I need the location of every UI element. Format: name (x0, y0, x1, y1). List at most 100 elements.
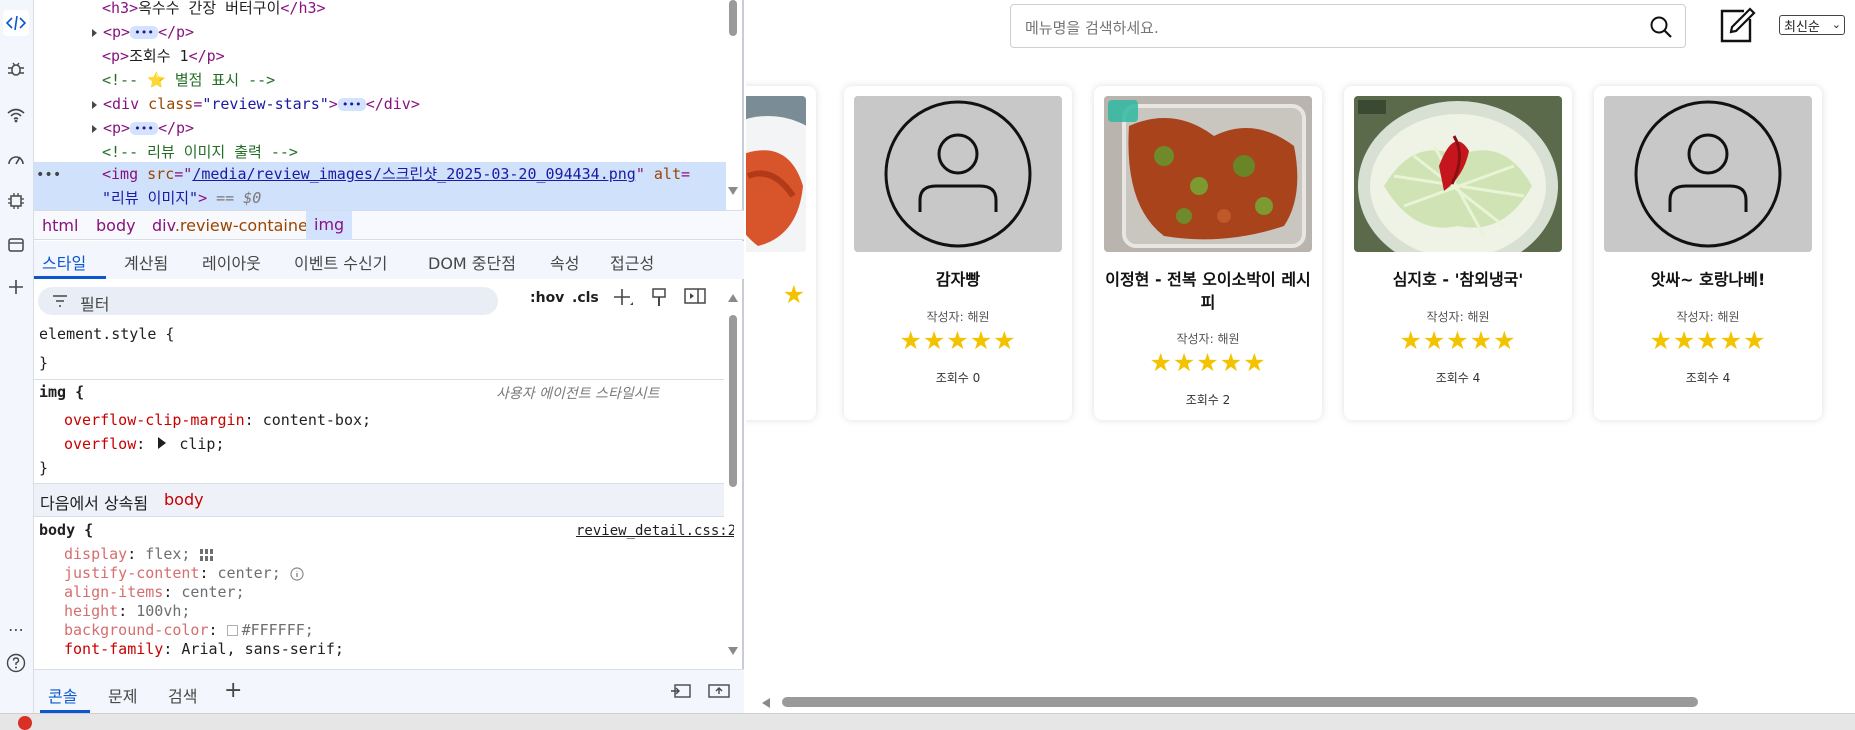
scroll-up-arrow-icon[interactable] (728, 294, 738, 302)
node-actions-dots-icon[interactable]: ••• (36, 163, 61, 187)
tab-styles[interactable]: 스타일 (42, 250, 86, 274)
breadcrumb-div[interactable]: div.review-container (152, 216, 314, 235)
hov-toggle[interactable]: :hov (530, 290, 564, 306)
new-style-rule-plus-icon[interactable] (612, 287, 634, 314)
app-icon[interactable] (18, 716, 32, 730)
sort-select[interactable]: 최신순 ⌄ (1779, 15, 1845, 35)
flexbox-editor-icon[interactable] (199, 548, 215, 562)
application-storage-icon[interactable] (3, 232, 29, 258)
collapsed-ellipsis[interactable]: ••• (337, 98, 366, 111)
dom-comment-image[interactable]: <!-- 리뷰 이미지 출력 --> (102, 140, 744, 164)
css-declaration[interactable]: font-family: Arial, sans-serif; (64, 640, 344, 658)
body-rule-selector[interactable]: body { (39, 521, 93, 539)
css-declaration[interactable]: overflow-clip-margin: content-box; (64, 411, 371, 429)
elements-code-icon[interactable] (3, 10, 29, 36)
tab-layout[interactable]: 레이아웃 (202, 250, 261, 274)
review-card[interactable]: 이정현 - 전복 오이소박이 레시피 작성자: 해원 ★★★★★ 조회수 2 (1094, 86, 1322, 420)
dom-node-p-2[interactable]: <p> ••• </p> (92, 116, 744, 140)
review-card[interactable]: ★ (746, 86, 816, 420)
styles-pane[interactable]: element.style { } img { 사용자 에이전트 스타일시트 o… (34, 321, 734, 669)
tab-issues[interactable]: 문제 (108, 683, 137, 707)
css-declaration[interactable]: justify-content: center; (64, 564, 304, 582)
network-wifi-icon[interactable] (3, 102, 29, 128)
review-card[interactable]: 앗싸~ 호랑나베! 작성자: 해원 ★★★★★ 조회수 4 (1594, 86, 1822, 420)
scroll-down-arrow-icon[interactable] (728, 647, 738, 655)
dom-tree[interactable]: <h3>옥수수 간장 버터구이</h3> <p> ••• </p> <p>조회수 1… (34, 0, 744, 210)
review-card-title[interactable]: 감자빵 (852, 268, 1064, 291)
horizontal-scroll-thumb[interactable] (782, 697, 1698, 707)
element-style-selector[interactable]: element.style { (39, 325, 174, 343)
img-src-link[interactable]: /media/review_images/스크린샷_2025-03-20_094… (192, 165, 636, 183)
review-card-title[interactable]: 이정현 - 전복 오이소박이 레시피 (1102, 268, 1314, 314)
scroll-down-arrow-icon[interactable] (728, 187, 738, 195)
color-swatch[interactable] (226, 625, 238, 636)
scroll-left-arrow-icon[interactable] (762, 698, 770, 708)
cls-toggle[interactable]: .cls (572, 290, 599, 306)
add-drawer-tab-plus-icon[interactable]: + (224, 678, 242, 703)
dom-node-h3[interactable]: <h3>옥수수 간장 버터구이</h3> (102, 0, 744, 20)
expand-shorthand-triangle-icon[interactable] (158, 437, 167, 449)
review-card-image (1354, 96, 1562, 252)
css-declaration[interactable]: background-color: #FFFFFF; (64, 621, 314, 639)
collapsed-ellipsis[interactable]: ••• (130, 122, 158, 135)
dom-node-div-review-stars[interactable]: <div class="review-stars"> ••• </div> (92, 92, 744, 116)
performance-gauge-icon[interactable] (3, 146, 29, 172)
tab-computed[interactable]: 계산됨 (124, 250, 168, 274)
breadcrumb-img[interactable]: img (306, 211, 353, 240)
collapsed-ellipsis[interactable]: ••• (130, 26, 158, 39)
help-icon[interactable] (3, 650, 29, 676)
breadcrumb-body[interactable]: body (96, 216, 136, 235)
horizontal-scrollbar[interactable] (746, 693, 1855, 711)
filter-input[interactable]: 필터 (38, 287, 498, 315)
write-review-edit-icon[interactable] (1716, 5, 1756, 45)
breadcrumb-div-class: .review-container (174, 216, 315, 235)
bug-icon[interactable] (3, 56, 29, 82)
tab-event-listeners[interactable]: 이벤트 수신기 (294, 250, 387, 274)
search-input[interactable]: 메뉴명을 검색하세요. (1010, 4, 1686, 48)
dom-tree-scrollbar[interactable] (727, 0, 739, 205)
tab-properties[interactable]: 속성 (550, 250, 579, 274)
page-viewport: 메뉴명을 검색하세요. 최신순 ⌄ ★ 감자빵 작성자: 해원 ★★★★★ 조회… (746, 0, 1855, 713)
info-icon[interactable] (290, 566, 304, 581)
review-card-title[interactable]: 앗싸~ 호랑나베! (1602, 268, 1814, 291)
review-card-author: 작성자: 해원 (1176, 332, 1240, 346)
tag-h3-open: <h3> (102, 0, 139, 17)
paint-brush-icon[interactable] (650, 287, 668, 314)
tab-search[interactable]: 검색 (168, 683, 197, 707)
css-prop-value: clip; (179, 435, 225, 453)
review-card[interactable]: 감자빵 작성자: 해원 ★★★★★ 조회수 0 (844, 86, 1072, 420)
dock-drawer-icon[interactable] (670, 682, 692, 704)
dom-node-p-views[interactable]: <p>조회수 1</p> (102, 44, 744, 68)
styles-scrollbar[interactable] (727, 290, 739, 655)
css-declaration[interactable]: display: flex; (64, 545, 215, 563)
expand-triangle-icon[interactable] (92, 124, 97, 133)
dom-node-p[interactable]: <p> ••• </p> (92, 20, 744, 44)
drawer-tab-bar: 콘솔 문제 검색 + (34, 669, 744, 713)
search-icon[interactable] (1649, 15, 1673, 39)
stylesheet-source-link[interactable]: review_detail.css:2 (576, 523, 734, 539)
memory-chip-icon[interactable] (3, 188, 29, 214)
more-tools-icon[interactable]: ⋯ (3, 616, 29, 642)
dom-scroll-thumb[interactable] (729, 0, 737, 36)
expand-drawer-icon[interactable] (708, 682, 730, 704)
user-placeholder-icon (1604, 96, 1812, 252)
tab-accessibility[interactable]: 접근성 (610, 250, 654, 274)
add-tool-plus-icon[interactable] (3, 274, 29, 300)
css-declaration[interactable]: overflow: clip; (64, 435, 225, 453)
dom-comment-stars[interactable]: <!-- ⭐ 별점 표시 --> (102, 68, 744, 92)
review-card-title[interactable]: 심지호 - '참외냉국' (1352, 268, 1564, 291)
toggle-sidebar-icon[interactable] (684, 287, 706, 310)
breadcrumb-html[interactable]: html (42, 216, 78, 235)
styles-scroll-thumb[interactable] (729, 315, 737, 487)
inherited-from-body-link[interactable]: body (164, 490, 204, 509)
tab-console[interactable]: 콘솔 (48, 683, 77, 707)
expand-triangle-icon[interactable] (92, 100, 97, 109)
img-rule-selector[interactable]: img { (39, 383, 84, 401)
expand-triangle-icon[interactable] (92, 28, 97, 37)
review-card[interactable]: 심지호 - '참외냉국' 작성자: 해원 ★★★★★ 조회수 4 (1344, 86, 1572, 420)
dom-node-img-selected[interactable]: <img src="/media/review_images/스크린샷_2025… (34, 162, 726, 210)
css-declaration[interactable]: align-items: center; (64, 583, 245, 601)
tab-dom-breakpoints[interactable]: DOM 중단점 (428, 250, 516, 274)
css-declaration[interactable]: height: 100vh; (64, 602, 190, 620)
devtools-panel: <h3>옥수수 간장 버터구이</h3> <p> ••• </p> <p>조회수 1… (34, 0, 744, 713)
